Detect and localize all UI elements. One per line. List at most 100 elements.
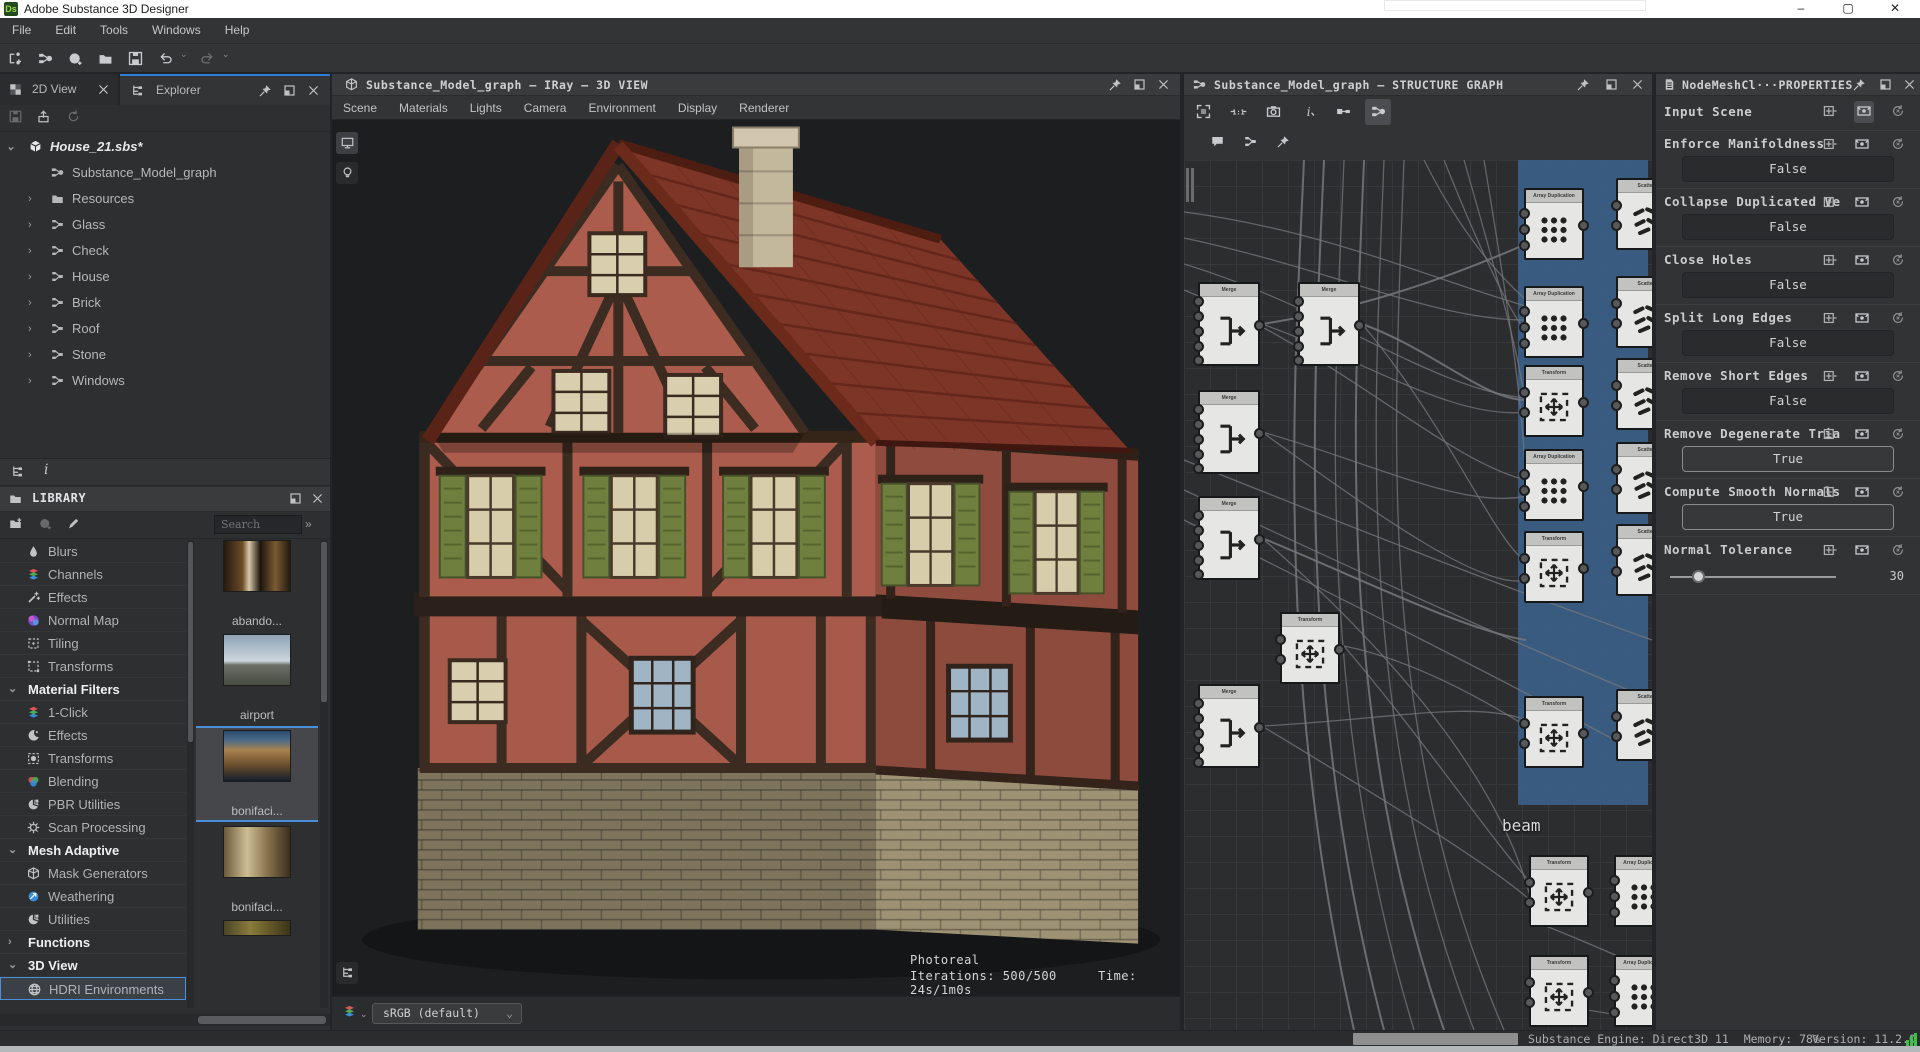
input-port[interactable] <box>1611 731 1622 742</box>
new-package-icon[interactable] <box>38 516 53 534</box>
output-port[interactable] <box>1334 644 1345 655</box>
preview-icon[interactable] <box>1854 101 1874 123</box>
input-port[interactable] <box>1519 485 1530 496</box>
property-value-split-long-edges[interactable]: False <box>1682 330 1894 356</box>
preview-icon[interactable] <box>1854 484 1870 502</box>
library-item-normal-map[interactable]: Normal Map <box>0 609 186 632</box>
input-port[interactable] <box>1193 728 1204 739</box>
library-scrollbar[interactable] <box>187 540 194 1008</box>
preview-icon[interactable] <box>1854 136 1870 154</box>
graph-view-button[interactable] <box>1365 99 1391 125</box>
expose-parameter-icon[interactable] <box>1822 194 1838 212</box>
input-port[interactable] <box>1293 355 1304 366</box>
input-port[interactable] <box>1609 907 1620 918</box>
expose-parameter-icon[interactable] <box>1822 484 1838 502</box>
tree-item-house-21-sbs-[interactable]: ⌄House_21.sbs* <box>0 134 330 160</box>
menu-help[interactable]: Help <box>213 18 262 42</box>
input-port[interactable] <box>1193 404 1204 415</box>
close-icon[interactable] <box>96 82 111 97</box>
undo-button[interactable] <box>150 46 180 72</box>
input-port[interactable] <box>1193 355 1204 366</box>
tree-item-brick[interactable]: ›Brick <box>0 290 330 316</box>
property-value-remove-degenerate-tria[interactable]: True <box>1682 446 1894 472</box>
refresh-icon[interactable] <box>66 109 81 127</box>
reset-icon[interactable] <box>1890 310 1906 328</box>
reset-icon[interactable] <box>1890 103 1906 121</box>
tree-item-substance-model-graph[interactable]: Substance_Model_graph <box>0 160 330 186</box>
preview-icon[interactable] <box>1854 310 1870 328</box>
input-port[interactable] <box>1519 407 1530 418</box>
graph-node-scatter[interactable]: Scatter <box>1616 442 1652 514</box>
light-icon[interactable] <box>336 162 358 184</box>
graph-node-scatter[interactable]: Scatter <box>1616 276 1652 348</box>
viewport-menu-lights[interactable]: Lights <box>459 96 513 120</box>
preview-icon[interactable] <box>1854 426 1870 444</box>
reset-icon[interactable] <box>1890 194 1906 212</box>
preview-icon[interactable] <box>1854 542 1870 560</box>
graph-node-merge[interactable]: Merge <box>1198 282 1260 366</box>
reset-icon[interactable] <box>1890 484 1906 502</box>
tree-item-resources[interactable]: ›Resources <box>0 186 330 212</box>
input-port[interactable] <box>1193 698 1204 709</box>
chevron-right-icon[interactable]: › <box>28 290 44 316</box>
library-item-blurs[interactable]: Blurs <box>0 540 186 563</box>
library-item-transforms[interactable]: Transforms <box>0 747 186 770</box>
input-port[interactable] <box>1193 743 1204 754</box>
graph-canvas[interactable]: MergeMergeMergeMergeMergeTransformArray … <box>1184 160 1652 1030</box>
hdri-thumbnail-abando[interactable]: abando... <box>196 540 318 628</box>
zoom-actual-button[interactable]: 1:1 <box>1225 99 1251 125</box>
close-button[interactable]: ✕ <box>1880 0 1910 17</box>
reset-icon[interactable] <box>1890 252 1906 270</box>
tree-item-stone[interactable]: ›Stone <box>0 342 330 368</box>
input-port[interactable] <box>1193 341 1204 352</box>
new-node-button[interactable] <box>1237 130 1263 156</box>
menu-windows[interactable]: Windows <box>140 18 213 42</box>
input-port[interactable] <box>1519 501 1530 512</box>
chevron-down-icon[interactable]: ⌄ <box>8 839 17 862</box>
preview-icon[interactable] <box>1854 194 1870 212</box>
export-icon[interactable] <box>36 109 51 127</box>
tree-icon[interactable] <box>10 464 25 482</box>
hdri-thumbnail[interactable] <box>196 920 318 936</box>
input-port[interactable] <box>1611 400 1622 411</box>
library-item-hdri-environments[interactable]: HDRI Environments <box>0 977 186 1000</box>
graph-node-merge[interactable]: Merge <box>1198 390 1260 474</box>
graph-node-dots[interactable]: Array Duplication <box>1524 286 1584 358</box>
tree-item-glass[interactable]: ›Glass <box>0 212 330 238</box>
input-port[interactable] <box>1609 875 1620 886</box>
save-icon[interactable] <box>8 109 23 127</box>
input-port[interactable] <box>1519 306 1530 317</box>
dock-icon[interactable] <box>288 491 303 509</box>
graph-node-dots[interactable]: Array Duplication <box>1524 188 1584 260</box>
graph-node-dots[interactable]: Array Duplication <box>1524 449 1584 521</box>
redo-button[interactable] <box>192 46 222 72</box>
input-port[interactable] <box>1193 713 1204 724</box>
input-port[interactable] <box>1193 463 1204 474</box>
thumbnail-scrollbar[interactable] <box>320 540 328 1008</box>
library-item-utilities[interactable]: Utilities <box>0 908 186 931</box>
layers-icon[interactable] <box>342 1004 357 1022</box>
library-item-transforms[interactable]: Transforms <box>0 655 186 678</box>
input-port[interactable] <box>1193 419 1204 430</box>
output-port[interactable] <box>1583 987 1594 998</box>
input-port[interactable] <box>1193 434 1204 445</box>
chevron-right-icon[interactable]: › <box>28 238 44 264</box>
input-port[interactable] <box>1524 897 1535 908</box>
menu-tools[interactable]: Tools <box>88 18 140 42</box>
close-icon[interactable] <box>310 491 325 509</box>
input-port[interactable] <box>1519 718 1530 729</box>
new-folder-icon[interactable] <box>8 516 23 534</box>
expose-parameter-icon[interactable] <box>1822 368 1838 386</box>
input-port[interactable] <box>1293 311 1304 322</box>
output-port[interactable] <box>1254 722 1265 733</box>
chevron-down-icon[interactable]: ⌄ <box>360 1009 368 1020</box>
pin-icon[interactable] <box>258 83 273 98</box>
pin-node-button[interactable] <box>1270 130 1296 156</box>
tree-item-roof[interactable]: ›Roof <box>0 316 330 342</box>
tree-item-check[interactable]: ›Check <box>0 238 330 264</box>
new-substance-button[interactable] <box>0 46 30 72</box>
property-value-remove-short-edges[interactable]: False <box>1682 388 1894 414</box>
input-port[interactable] <box>1519 573 1530 584</box>
hdri-thumbnail-bonifaci[interactable]: bonifaci... <box>196 826 318 914</box>
input-port[interactable] <box>1611 220 1622 231</box>
